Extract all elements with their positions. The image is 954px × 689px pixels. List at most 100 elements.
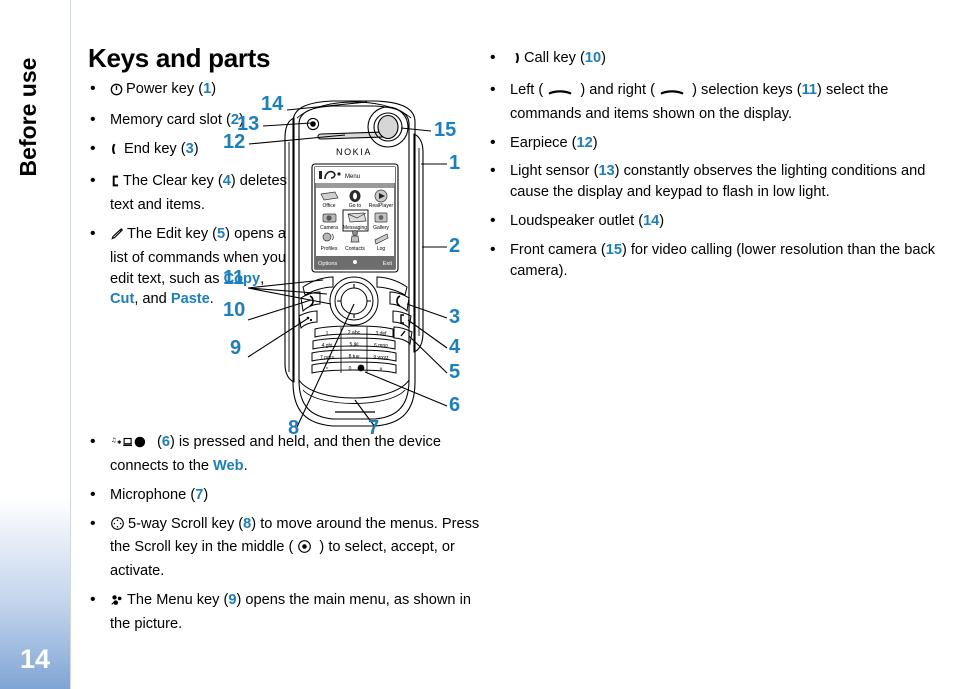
softkey-scroll-indicator-icon	[353, 260, 357, 264]
key-label-7: 8 tuv	[349, 354, 360, 360]
clear-key-label: The Clear key	[123, 173, 214, 190]
menu-label-0: Office	[323, 203, 336, 209]
callout-11: 11	[223, 267, 245, 289]
ref-15: 15	[605, 242, 622, 259]
power-key-label: Power key	[126, 80, 195, 97]
end-key-glyph	[396, 295, 401, 307]
key-label-11: #	[380, 367, 383, 373]
list-item-earpiece: Earpiece (12)	[488, 132, 943, 155]
multimedia-web-icon: ♫ ✱	[110, 435, 154, 456]
list-item-menu-key: The Menu key (9) opens the main menu, as…	[88, 589, 488, 635]
menu-label-7: Contacts	[345, 246, 365, 252]
screen-title-bar	[316, 183, 394, 188]
callout-15: 15	[434, 119, 457, 141]
contacts-icon	[350, 235, 360, 243]
list-item-front-camera: Front camera (15) for video calling (low…	[488, 239, 943, 282]
light-sensor-dot	[310, 121, 316, 127]
front-camera-label: Front camera	[510, 242, 597, 259]
callout-1: 1	[449, 152, 461, 174]
key-label-10: 0	[349, 366, 352, 372]
edit-key-glyph	[400, 330, 406, 337]
menu-label-6: Profiles	[321, 246, 338, 252]
selection-keys-text-3: ) selection keys (	[688, 81, 802, 98]
signal-bars-icon	[319, 171, 322, 179]
key-label-1: 2 abc	[348, 330, 361, 336]
loudspeaker-outlet-label: Loudspeaker outlet	[510, 213, 635, 230]
scroll-key-icon	[110, 516, 125, 538]
key-label-5: 6 mno	[374, 343, 388, 349]
power-icon	[110, 82, 123, 103]
ref-10: 10	[584, 50, 602, 66]
phone-chin-inner	[302, 389, 406, 404]
ref-9: 9	[228, 592, 237, 609]
selection-keys-text-2: ) and right (	[576, 81, 660, 98]
list-item-selection-keys: Left ( ) and right ( ) selection keys (1…	[488, 79, 943, 125]
callout-7: 7	[368, 417, 380, 439]
callout-2: 2	[449, 235, 461, 257]
leader-10	[247, 299, 312, 321]
menu-key-icon	[110, 593, 124, 614]
front-camera-lens	[377, 114, 399, 140]
leader-8	[296, 303, 355, 428]
clear-key-shape	[392, 310, 412, 330]
callout-9: 9	[230, 337, 242, 359]
dash-icon-left	[547, 83, 573, 104]
light-sensor-label: Light sensor	[510, 163, 590, 180]
menu-cell-gallery: Gallery	[373, 212, 389, 231]
brand-wordmark: NOKIA	[336, 147, 372, 157]
phone-top-bevel	[296, 101, 412, 119]
scroll-key-inner	[340, 287, 368, 315]
leader-12	[248, 134, 346, 145]
earpiece-label: Earpiece	[510, 134, 568, 151]
key-label-2: 3 def	[375, 331, 387, 337]
web-key-marker-icon	[357, 364, 365, 372]
leader-9	[247, 318, 308, 358]
key-label-3: 4 ghi	[322, 343, 333, 349]
callout-8: 8	[288, 417, 300, 439]
key-label-9: *	[326, 367, 328, 373]
keypad-group: 1 2 abc 3 def 4 ghi 5 jkl 6 mno 7 pqrs 8…	[298, 276, 413, 413]
page-margin-rule	[70, 0, 71, 689]
keypad-labels: 1 2 abc 3 def 4 ghi 5 jkl 6 mno 7 pqrs 8…	[320, 330, 389, 373]
memory-card-slot-label: Memory card slot	[110, 112, 222, 129]
left-wide-bullet-list: ♫ ✱ (6) is pressed and held, and then th…	[88, 431, 488, 635]
page-number: 14	[19, 644, 51, 674]
menu-key-glyph-b	[309, 318, 313, 322]
goto-icon-inner	[353, 192, 357, 200]
call-key-label: Call key	[524, 50, 576, 66]
key-label-4: 5 jkl	[350, 342, 359, 348]
clear-key-icon	[110, 174, 120, 195]
leader-3	[406, 303, 448, 319]
list-item-scroll-key: 5-way Scroll key (8) to move around the …	[88, 513, 488, 583]
keyword-cut: Cut	[110, 291, 135, 308]
contacts-head-glyph	[352, 230, 358, 236]
callout-3: 3	[449, 306, 461, 328]
ref-11: 11	[801, 81, 818, 98]
ref-1: 1	[203, 80, 212, 97]
scroll-key-directions	[337, 284, 371, 318]
list-item-light-sensor: Light sensor (13) constantly observes th…	[488, 160, 943, 203]
keyword-web: Web	[213, 457, 244, 474]
screen-title: Menu	[345, 174, 360, 180]
key-label-0: 1	[326, 331, 329, 337]
callout-5: 5	[449, 361, 461, 383]
right-bullet-list: Call key (10) Left ( ) and right ( ) sel…	[488, 47, 943, 282]
scroll-key-desc-1: 5-way Scroll key (	[128, 515, 244, 532]
ref-3: 3	[185, 141, 194, 158]
menu-key-glyph-a	[306, 316, 310, 320]
callout-6: 6	[449, 394, 461, 416]
ref-13: 13	[598, 163, 615, 180]
list-item-call-key: Call key (10)	[488, 47, 943, 72]
keyword-paste: Paste	[170, 291, 210, 308]
menu-label-5: Gallery	[373, 225, 389, 231]
ref-7: 7	[195, 486, 204, 503]
svg-text:♫: ♫	[111, 437, 116, 444]
leader-15	[400, 127, 432, 132]
edit-key-label: The Edit key	[127, 225, 209, 242]
chapter-label: Before use	[15, 57, 41, 177]
page-title: Keys and parts	[88, 43, 271, 73]
phone-diagram: NOKIA Menu Office Go to RealPlayer Camer…	[215, 82, 480, 442]
list-item-microphone: Microphone (7)	[88, 484, 488, 507]
key-label-6: 7 pqrs	[320, 355, 334, 361]
ref-6: 6	[161, 434, 170, 450]
